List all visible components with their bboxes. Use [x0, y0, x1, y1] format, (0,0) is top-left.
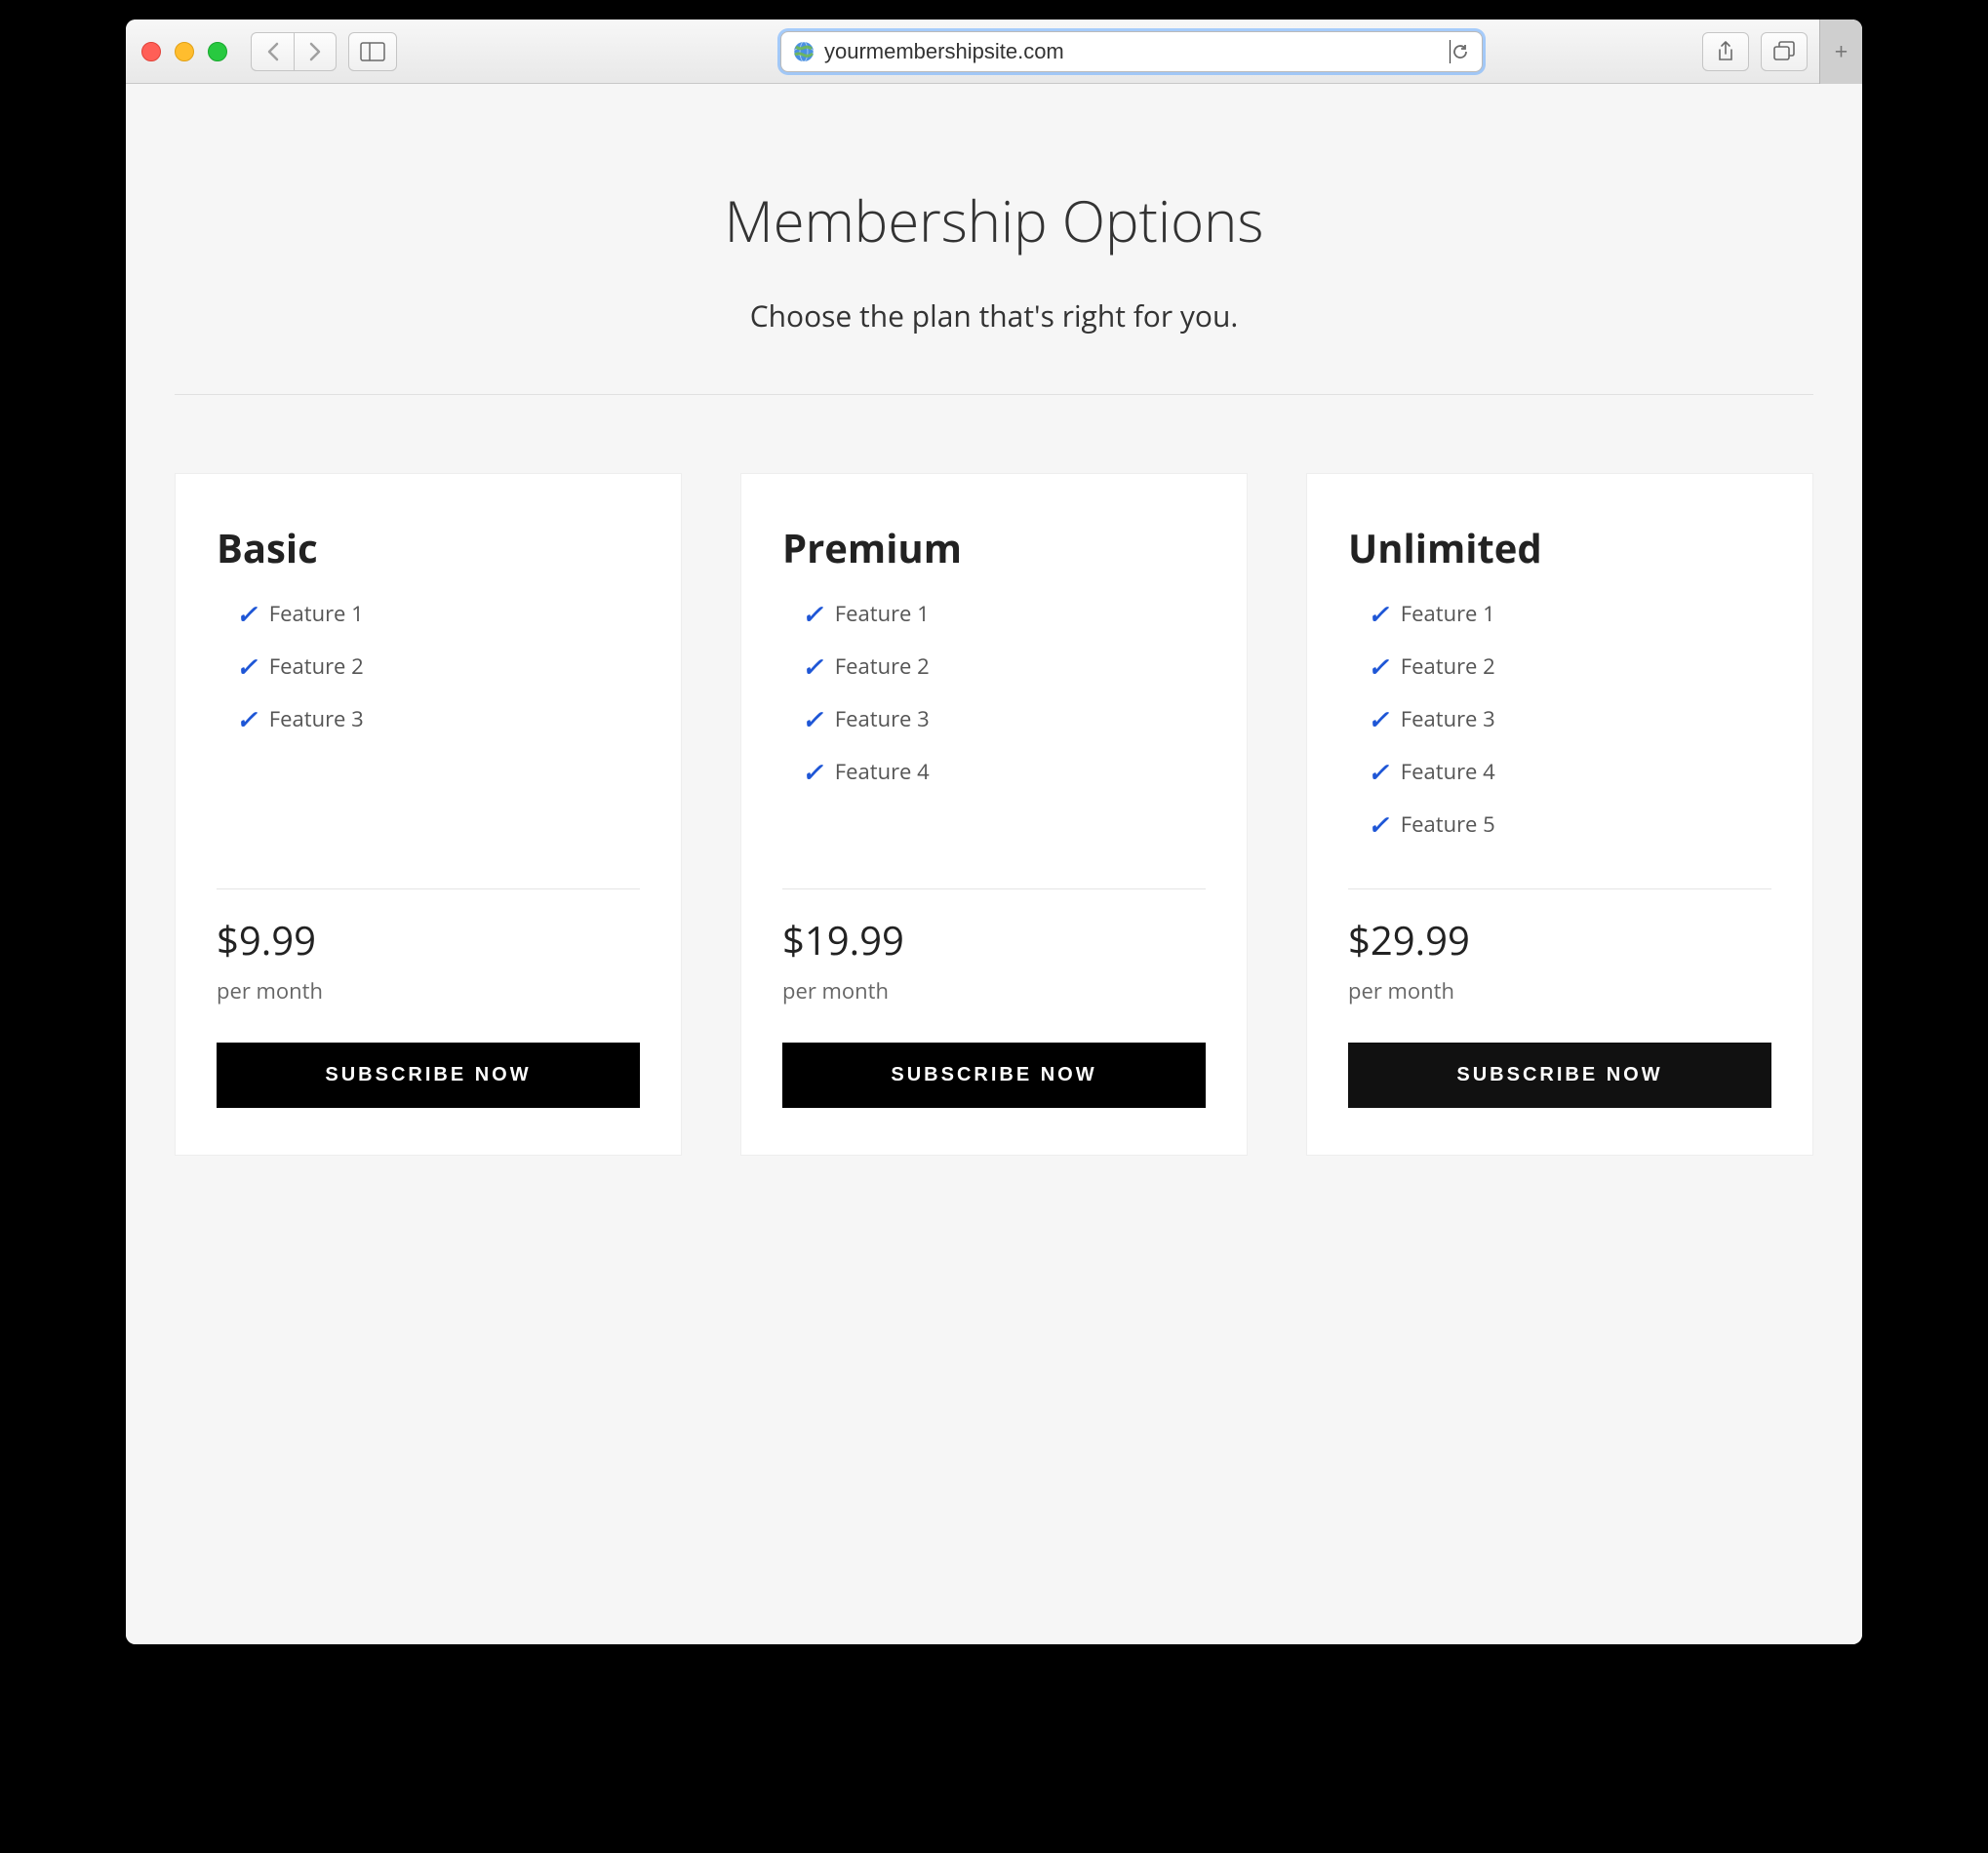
feature-text: Feature 2: [835, 651, 930, 681]
tabs-button[interactable]: [1761, 32, 1808, 71]
check-icon: ✓: [1368, 807, 1389, 842]
check-icon: ✓: [802, 701, 823, 736]
feature-text: Feature 3: [835, 704, 930, 733]
plans-grid: Basic ✓ Feature 1 ✓ Feature 2 ✓ Feature 3 $…: [175, 473, 1813, 1156]
chevron-right-icon: [308, 42, 322, 61]
new-tab-button[interactable]: +: [1819, 20, 1862, 84]
check-icon: ✓: [802, 754, 823, 789]
plan-period: per month: [217, 976, 640, 1005]
divider: [1348, 888, 1771, 889]
feature-text: Feature 4: [1401, 757, 1495, 786]
plan-name: Premium: [782, 521, 1206, 574]
plan-name: Basic: [217, 521, 640, 574]
browser-window: yourmembershipsite.com + Membership Opti…: [126, 20, 1862, 1644]
check-icon: ✓: [802, 596, 823, 631]
page-content: Membership Options Choose the plan that'…: [126, 84, 1862, 1644]
check-icon: ✓: [1368, 649, 1389, 684]
feature-item: ✓ Feature 5: [1368, 807, 1771, 842]
plan-price: $19.99: [782, 913, 1206, 966]
feature-text: Feature 2: [1401, 651, 1495, 681]
feature-item: ✓ Feature 2: [1368, 649, 1771, 684]
check-icon: ✓: [236, 701, 258, 736]
subscribe-button[interactable]: SUBSCRIBE NOW: [1348, 1043, 1771, 1108]
feature-text: Feature 1: [835, 599, 930, 628]
page-header: Membership Options Choose the plan that'…: [175, 181, 1813, 395]
forward-button[interactable]: [294, 32, 337, 71]
close-window-button[interactable]: [141, 42, 161, 61]
share-icon: [1716, 40, 1735, 63]
feature-item: ✓ Feature 3: [236, 701, 640, 736]
feature-item: ✓ Feature 1: [236, 596, 640, 631]
features-list: ✓ Feature 1 ✓ Feature 2 ✓ Feature 3: [217, 596, 640, 859]
feature-item: ✓ Feature 3: [802, 701, 1206, 736]
plan-card-basic: Basic ✓ Feature 1 ✓ Feature 2 ✓ Feature 3 $…: [175, 473, 682, 1156]
plan-period: per month: [1348, 976, 1771, 1005]
check-icon: ✓: [1368, 701, 1389, 736]
check-icon: ✓: [802, 649, 823, 684]
feature-text: Feature 5: [1401, 809, 1495, 839]
feature-text: Feature 1: [1401, 599, 1495, 628]
plan-price: $29.99: [1348, 913, 1771, 966]
divider: [782, 888, 1206, 889]
plan-card-premium: Premium ✓ Feature 1 ✓ Feature 2 ✓ Feature 3…: [740, 473, 1248, 1156]
feature-text: Feature 4: [835, 757, 930, 786]
check-icon: ✓: [236, 649, 258, 684]
sidebar-icon: [360, 42, 385, 61]
plus-icon: +: [1835, 35, 1849, 67]
check-icon: ✓: [1368, 596, 1389, 631]
feature-text: Feature 1: [269, 599, 364, 628]
feature-text: Feature 2: [269, 651, 364, 681]
address-bar[interactable]: yourmembershipsite.com: [780, 31, 1483, 72]
nav-button-group: [251, 32, 337, 71]
feature-item: ✓ Feature 4: [802, 754, 1206, 789]
back-button[interactable]: [251, 32, 294, 71]
feature-item: ✓ Feature 1: [802, 596, 1206, 631]
page-title: Membership Options: [175, 181, 1813, 258]
plan-card-unlimited: Unlimited ✓ Feature 1 ✓ Feature 2 ✓ Feature…: [1306, 473, 1813, 1156]
minimize-window-button[interactable]: [175, 42, 194, 61]
share-button[interactable]: [1702, 32, 1749, 71]
feature-item: ✓ Feature 2: [802, 649, 1206, 684]
url-text[interactable]: yourmembershipsite.com: [824, 39, 1449, 64]
chevron-left-icon: [266, 42, 280, 61]
globe-icon: [793, 41, 815, 62]
sidebar-toggle-button[interactable]: [348, 32, 397, 71]
features-list: ✓ Feature 1 ✓ Feature 2 ✓ Feature 3 ✓ Featur…: [782, 596, 1206, 859]
feature-text: Feature 3: [1401, 704, 1495, 733]
feature-item: ✓ Feature 4: [1368, 754, 1771, 789]
feature-item: ✓ Feature 3: [1368, 701, 1771, 736]
plan-price: $9.99: [217, 913, 640, 966]
check-icon: ✓: [1368, 754, 1389, 789]
plan-name: Unlimited: [1348, 521, 1771, 574]
window-controls: [141, 42, 227, 61]
features-list: ✓ Feature 1 ✓ Feature 2 ✓ Feature 3 ✓ Featur…: [1348, 596, 1771, 859]
feature-item: ✓ Feature 1: [1368, 596, 1771, 631]
subscribe-button[interactable]: SUBSCRIBE NOW: [782, 1043, 1206, 1108]
tabs-icon: [1772, 41, 1796, 62]
plan-period: per month: [782, 976, 1206, 1005]
browser-toolbar: yourmembershipsite.com +: [126, 20, 1862, 84]
subscribe-button[interactable]: SUBSCRIBE NOW: [217, 1043, 640, 1108]
feature-text: Feature 3: [269, 704, 364, 733]
feature-item: ✓ Feature 2: [236, 649, 640, 684]
check-icon: ✓: [236, 596, 258, 631]
page-subtitle: Choose the plan that's right for you.: [175, 296, 1813, 335]
divider: [217, 888, 640, 889]
reload-icon[interactable]: [1451, 42, 1470, 61]
maximize-window-button[interactable]: [208, 42, 227, 61]
